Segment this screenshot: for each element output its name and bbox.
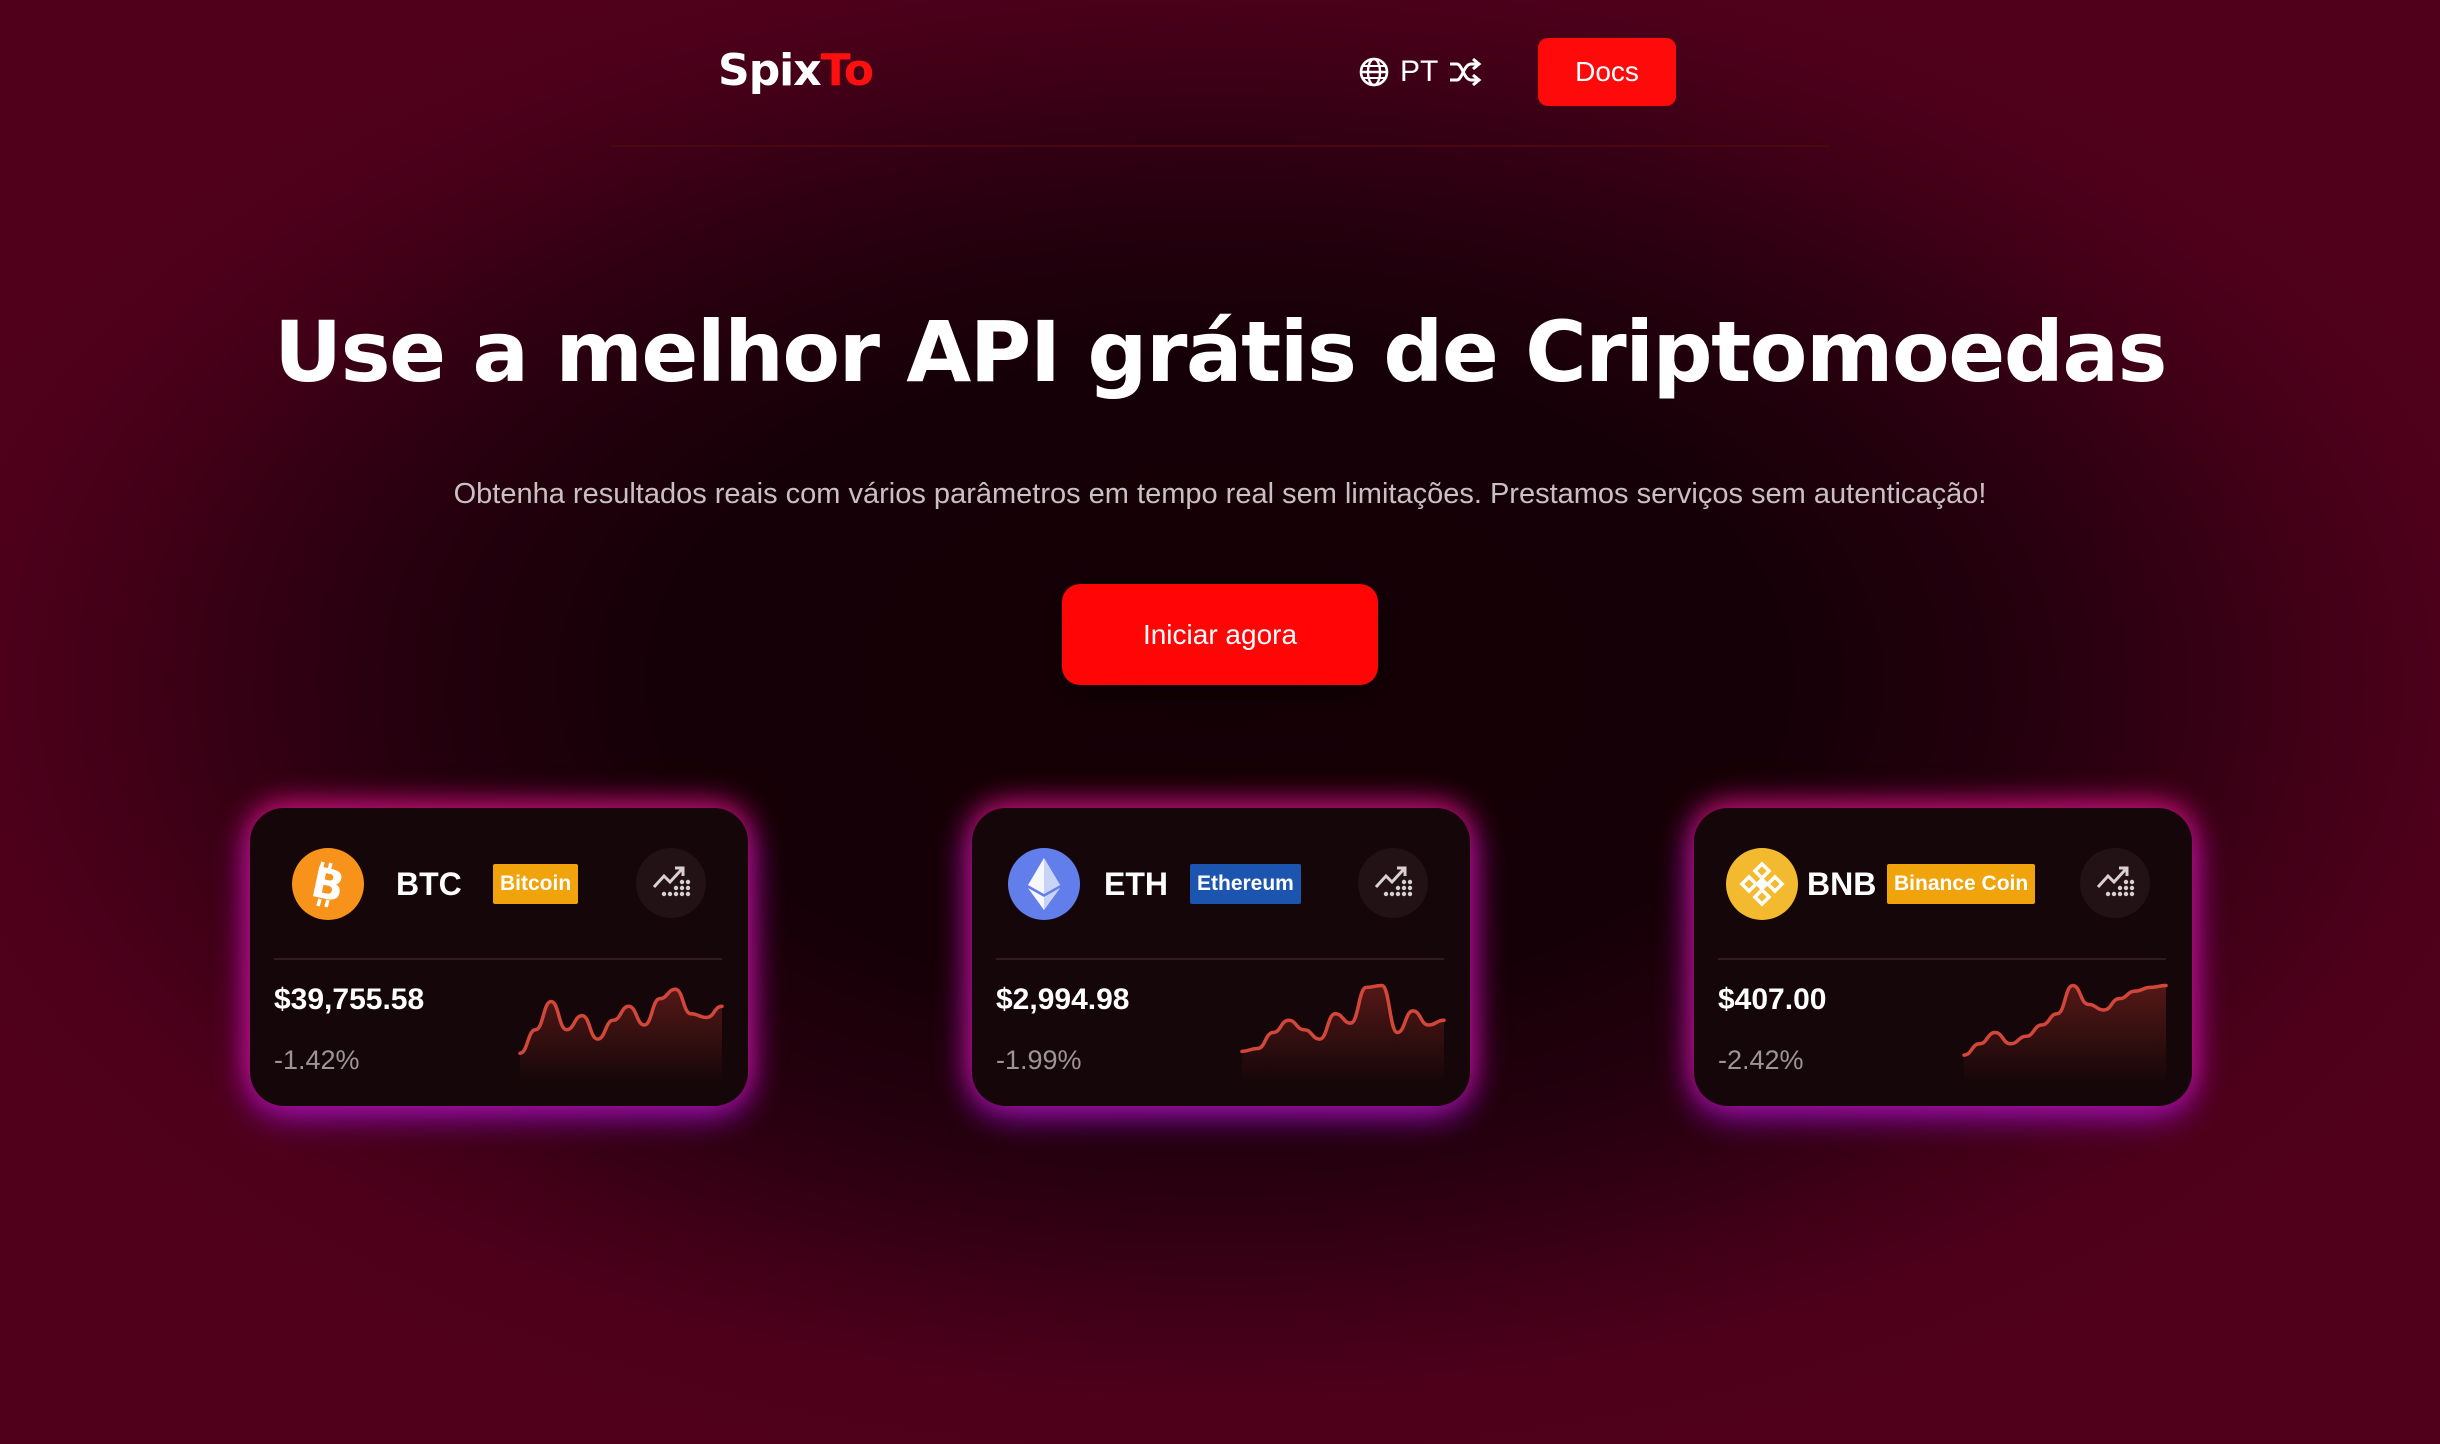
sparkline-area (1242, 985, 1444, 1084)
top-navbar: Spix To PT Docs (610, 0, 1830, 147)
crypto-card-eth[interactable]: ETH Ethereum $2,994.98 -1.99% (972, 808, 1470, 1106)
bitcoin-icon: B (292, 848, 364, 920)
trend-chart-icon (651, 863, 691, 904)
logo[interactable]: Spix To (718, 43, 874, 99)
price-sparkline (518, 987, 724, 1084)
language-label: PT (1400, 55, 1439, 88)
docs-button[interactable]: Docs (1538, 38, 1676, 106)
start-now-button[interactable]: Iniciar agora (1062, 584, 1378, 685)
price-sparkline (1240, 983, 1446, 1084)
trend-chart-icon (1373, 863, 1413, 904)
coin-change: -1.42% (274, 1045, 360, 1075)
coin-change: -2.42% (1718, 1045, 1804, 1075)
coin-change: -1.99% (996, 1045, 1082, 1075)
shuffle-icon (1448, 57, 1482, 87)
coin-symbol: BNB (1807, 866, 1877, 902)
background (0, 0, 2440, 1444)
chart-button[interactable] (636, 848, 706, 918)
coin-name-badge: Ethereum (1190, 864, 1301, 904)
hero-subtitle: Obtenha resultados reais com vários parâ… (453, 478, 1987, 510)
price-sparkline (1962, 983, 2168, 1084)
card-divider (996, 958, 1444, 960)
coin-price: $39,755.58 (274, 983, 425, 1016)
language-switcher[interactable]: PT (1358, 52, 1482, 92)
logo-text-spix: Spix (718, 45, 822, 96)
coin-price: $407.00 (1718, 983, 1827, 1016)
logo-text-to: To (820, 45, 874, 96)
coin-symbol: BTC (396, 866, 462, 902)
hero-title: Use a melhor API grátis de Criptomoedas (273, 303, 2168, 401)
coin-name-badge: Bitcoin (493, 864, 579, 904)
card-divider (1718, 958, 2166, 960)
ethereum-icon (1008, 848, 1080, 920)
crypto-card-bnb[interactable]: BNB Binance Coin $407.00 -2.42% (1694, 808, 2192, 1106)
card-divider (274, 958, 722, 960)
binance-coin-icon (1726, 848, 1798, 920)
chart-button[interactable] (2080, 848, 2150, 918)
coin-symbol: ETH (1104, 866, 1168, 902)
coin-name-badge: Binance Coin (1887, 864, 2036, 904)
globe-icon (1358, 56, 1390, 88)
trend-chart-icon (2095, 863, 2135, 904)
crypto-card-btc[interactable]: B BTC Bitcoin $39,755.58 -1.42% (250, 808, 748, 1106)
chart-button[interactable] (1358, 848, 1428, 918)
coin-price: $2,994.98 (996, 983, 1130, 1016)
